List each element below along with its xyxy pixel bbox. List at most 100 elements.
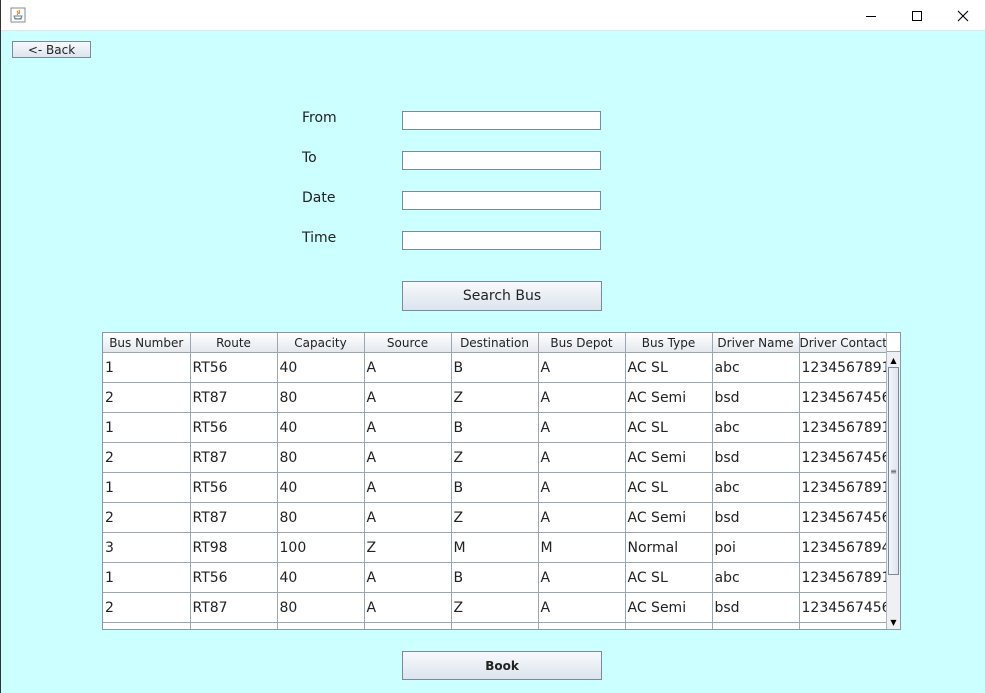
table-cell[interactable]: 40: [277, 352, 365, 383]
table-row[interactable]: 1 RT56 40 A B A AC SL abc 1234567891: [103, 412, 887, 443]
table-cell[interactable]: Normal: [625, 532, 713, 563]
table-cell[interactable]: RT56: [190, 472, 278, 503]
table-row[interactable]: 1 RT56 40 A B A AC SL abc 1234567891: [103, 562, 887, 593]
table-cell[interactable]: RT56: [190, 352, 278, 383]
table-cell[interactable]: A: [364, 412, 452, 443]
table-cell[interactable]: 80: [277, 502, 365, 533]
scroll-up-icon[interactable]: ▲: [887, 353, 900, 367]
table-cell[interactable]: A: [538, 562, 626, 593]
table-cell[interactable]: A: [538, 592, 626, 623]
table-cell[interactable]: 1: [103, 562, 191, 593]
table-cell[interactable]: A: [364, 442, 452, 473]
to-input[interactable]: [402, 151, 601, 170]
table-cell[interactable]: RT87: [190, 382, 278, 413]
table-cell[interactable]: AC Semi: [625, 592, 713, 623]
table-cell[interactable]: A: [364, 472, 452, 503]
column-header[interactable]: Capacity: [277, 333, 365, 353]
table-cell[interactable]: bsd: [712, 442, 800, 473]
maximize-button[interactable]: [894, 0, 940, 31]
time-input[interactable]: [402, 231, 601, 250]
table-row[interactable]: 1 RT56 40 A B A AC SL abc 1234567891: [103, 352, 887, 383]
table-row[interactable]: 2 RT87 80 A Z A AC Semi bsd 1234567456: [103, 592, 887, 623]
table-cell[interactable]: A: [364, 382, 452, 413]
table-cell[interactable]: 80: [277, 382, 365, 413]
table-cell[interactable]: 1: [103, 352, 191, 383]
back-button[interactable]: <- Back: [12, 41, 91, 58]
table-cell[interactable]: 1234567891: [799, 472, 887, 503]
table-cell[interactable]: A: [538, 472, 626, 503]
book-button[interactable]: Book: [402, 651, 602, 680]
table-cell[interactable]: poi: [712, 532, 800, 563]
table-cell[interactable]: 1234567891: [799, 352, 887, 383]
scroll-down-icon[interactable]: ▼: [887, 615, 900, 629]
table-cell[interactable]: AC SL: [625, 472, 713, 503]
table-cell[interactable]: Z: [451, 442, 539, 473]
table-cell[interactable]: RT56: [190, 562, 278, 593]
table-cell[interactable]: 2: [103, 502, 191, 533]
table-cell[interactable]: 3: [103, 532, 191, 563]
column-header[interactable]: Destination: [451, 333, 539, 353]
table-cell[interactable]: Z: [451, 502, 539, 533]
table-cell[interactable]: 40: [277, 472, 365, 503]
table-cell[interactable]: abc: [712, 412, 800, 443]
close-button[interactable]: [940, 0, 985, 31]
table-cell[interactable]: RT87: [190, 592, 278, 623]
table-cell[interactable]: Z: [451, 592, 539, 623]
table-cell[interactable]: 1234567891: [799, 562, 887, 593]
table-cell[interactable]: 1234567894: [799, 532, 887, 563]
table-cell[interactable]: 40: [277, 562, 365, 593]
table-row[interactable]: 3 RT98 100 Z M M Normal poi 1234567894: [103, 532, 887, 563]
table-cell[interactable]: 1: [103, 472, 191, 503]
table-cell[interactable]: Z: [364, 532, 452, 563]
table-cell[interactable]: Z: [451, 382, 539, 413]
column-header[interactable]: Bus Type: [625, 333, 713, 353]
table-cell[interactable]: 1: [103, 412, 191, 443]
table-row[interactable]: 2 RT87 80 A Z A AC Semi bsd 1234567456: [103, 502, 887, 533]
table-cell[interactable]: abc: [712, 352, 800, 383]
table-cell[interactable]: RT56: [190, 412, 278, 443]
vertical-scrollbar[interactable]: ▲ ≡ ▼: [886, 333, 900, 629]
table-cell[interactable]: A: [364, 352, 452, 383]
table-cell[interactable]: 1234567456: [799, 502, 887, 533]
table-row[interactable]: 2 RT87 80 A Z A AC Semi bsd 1234567456: [103, 382, 887, 413]
table-cell[interactable]: 2: [103, 592, 191, 623]
table-cell[interactable]: 80: [277, 442, 365, 473]
table-cell[interactable]: A: [538, 352, 626, 383]
table-cell[interactable]: 2: [103, 382, 191, 413]
column-header[interactable]: Driver Contact: [799, 333, 887, 353]
table-cell[interactable]: A: [538, 382, 626, 413]
table-cell[interactable]: A: [538, 502, 626, 533]
table-row[interactable]: 2 RT87 80 A Z A AC Semi bsd 1234567456: [103, 442, 887, 473]
table-cell[interactable]: RT87: [190, 442, 278, 473]
table-cell[interactable]: A: [538, 442, 626, 473]
table-cell[interactable]: A: [364, 562, 452, 593]
table-cell[interactable]: B: [451, 352, 539, 383]
table-row[interactable]: 1 RT56 40 A B A AC SL abc 1234567891: [103, 472, 887, 503]
table-cell[interactable]: AC SL: [625, 412, 713, 443]
table-cell[interactable]: M: [451, 532, 539, 563]
column-header[interactable]: Driver Name: [712, 333, 800, 353]
table-cell[interactable]: abc: [712, 472, 800, 503]
table-cell[interactable]: 80: [277, 592, 365, 623]
table-cell[interactable]: A: [538, 412, 626, 443]
table-cell[interactable]: A: [364, 502, 452, 533]
table-cell[interactable]: RT98: [190, 532, 278, 563]
table-cell[interactable]: 1234567891: [799, 412, 887, 443]
column-header[interactable]: Source: [364, 333, 452, 353]
table-cell[interactable]: M: [538, 532, 626, 563]
table-cell[interactable]: AC SL: [625, 562, 713, 593]
table-cell[interactable]: RT87: [190, 502, 278, 533]
from-input[interactable]: [402, 111, 601, 130]
table-cell[interactable]: 1234567456: [799, 442, 887, 473]
table-cell[interactable]: AC Semi: [625, 502, 713, 533]
table-cell[interactable]: B: [451, 562, 539, 593]
table-cell[interactable]: B: [451, 472, 539, 503]
table-cell[interactable]: AC Semi: [625, 442, 713, 473]
scrollbar-thumb[interactable]: ≡: [888, 367, 899, 575]
column-header[interactable]: Bus Number: [103, 333, 191, 353]
table-cell[interactable]: AC SL: [625, 352, 713, 383]
table-cell[interactable]: bsd: [712, 382, 800, 413]
table-cell[interactable]: abc: [712, 562, 800, 593]
table-cell[interactable]: A: [364, 592, 452, 623]
column-header[interactable]: Bus Depot: [538, 333, 626, 353]
